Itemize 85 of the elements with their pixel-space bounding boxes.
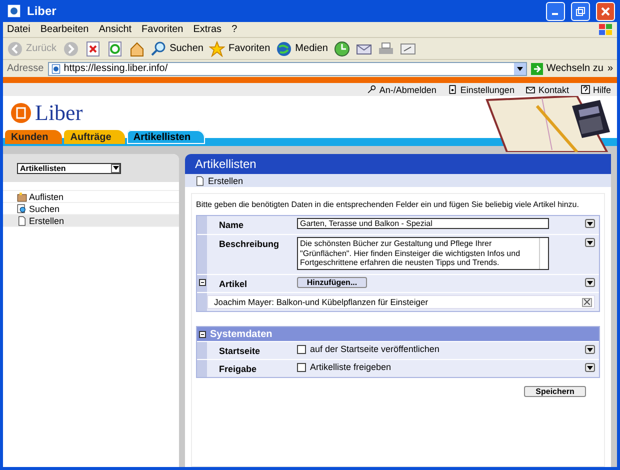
intro-text: Bitte geben die benötigten Daten in die entsprechenden Felder ein und fügen Sie beliebig viele Artikel hinzu.: [196, 200, 580, 209]
checkbox-label: Artikelliste freigeben: [310, 362, 392, 372]
row-gutter: [197, 342, 207, 359]
help-icon: [580, 85, 590, 94]
key-icon: [367, 85, 376, 94]
home-button[interactable]: [128, 40, 145, 56]
sidebar-item[interactable]: Erstellen: [3, 215, 179, 227]
list-select[interactable]: Artikellisten: [17, 162, 121, 174]
expand-button[interactable]: [585, 238, 595, 247]
field-label: Startseite: [218, 345, 262, 356]
restore-button[interactable]: [571, 2, 590, 20]
toolbar-overflow[interactable]: »: [607, 63, 613, 74]
top-link[interactable]: Einstellungen: [448, 84, 514, 94]
field-label: Name: [218, 219, 245, 230]
history-button[interactable]: [334, 40, 350, 56]
dropdown-icon[interactable]: [514, 62, 526, 74]
top-link[interactable]: An-/Abmelden: [367, 84, 436, 94]
media-button[interactable]: Medien: [276, 40, 328, 56]
row-gutter: [197, 360, 207, 377]
field-label: Artikel: [218, 278, 248, 289]
subheader-title: Erstellen: [208, 176, 244, 186]
go-button[interactable]: Wechseln zu: [531, 62, 604, 74]
minimize-button[interactable]: [546, 2, 565, 20]
tab[interactable]: Artikellisten: [127, 130, 205, 144]
search-button[interactable]: Suchen: [150, 40, 204, 56]
favorites-button[interactable]: Favoriten: [209, 40, 270, 56]
checkbox[interactable]: [297, 344, 306, 354]
menu-item[interactable]: Bearbeiten: [40, 24, 89, 35]
panel-title: Artikellisten: [185, 154, 611, 174]
search-icon: [150, 40, 167, 56]
refresh-icon: [106, 40, 123, 56]
envelope-icon: [526, 85, 536, 94]
article-title: Joachim Mayer: Balkon-und Kübelpflanzen für Einsteiger: [214, 297, 428, 307]
address-label: Adresse: [7, 63, 44, 74]
forward-icon: [62, 40, 79, 56]
globe-icon: [276, 40, 292, 56]
collapse-icon[interactable]: [199, 330, 206, 338]
checkbox[interactable]: [297, 362, 306, 372]
home-icon: [128, 40, 145, 56]
expand-button[interactable]: [585, 219, 595, 228]
remove-button[interactable]: [582, 298, 592, 306]
windows-logo-icon: [599, 24, 613, 36]
menu-item[interactable]: Datei: [7, 24, 30, 35]
go-arrow-icon: [531, 62, 544, 74]
expand-button[interactable]: [585, 363, 595, 372]
name-field[interactable]: Garten, Terasse und Balkon - Spezial: [297, 218, 549, 229]
top-link[interactable]: Kontakt: [526, 84, 569, 94]
section-title: Systemdaten: [210, 328, 272, 340]
search-icon: [17, 204, 27, 214]
list-icon: [17, 192, 27, 202]
description-field[interactable]: Die schönsten Bücher zur Gestaltung und Pflege Ihrer "Grünflächen". Hier finden Einsteiger die wichtigsten Infos und Fortgeschrittene erfahren die neusten Tipps und Trends.: [297, 237, 549, 270]
expand-button[interactable]: [585, 278, 595, 287]
window-title: Liber: [27, 4, 58, 18]
print-button[interactable]: [378, 40, 394, 56]
logo-text: Liber: [35, 100, 83, 126]
menu-item[interactable]: Extras: [193, 24, 222, 35]
sidebar-item[interactable]: Auflisten: [3, 191, 179, 203]
save-button[interactable]: Speichern: [524, 386, 586, 397]
star-icon: [209, 40, 226, 56]
app-icon: [7, 4, 21, 18]
expand-button[interactable]: [585, 345, 595, 354]
logo-icon: [11, 103, 31, 123]
tab[interactable]: Aufträge: [64, 130, 126, 144]
restore-icon: [576, 6, 585, 16]
menu-item[interactable]: Favoriten: [142, 24, 184, 35]
field-label: Beschreibung: [218, 238, 280, 249]
stop-icon: [84, 40, 101, 56]
history-icon: [334, 40, 350, 56]
dropdown-icon: [111, 164, 120, 172]
refresh-button[interactable]: [106, 40, 123, 56]
page-icon: [50, 64, 61, 74]
menu-item[interactable]: ?: [232, 24, 238, 35]
add-button[interactable]: Hinzufügen...: [297, 277, 367, 288]
printer-icon: [378, 40, 394, 56]
close-icon: [601, 6, 610, 16]
tab[interactable]: Kunden: [5, 130, 62, 144]
close-button[interactable]: [596, 2, 615, 20]
field-label: Freigabe: [218, 363, 258, 374]
menu-item[interactable]: Ansicht: [98, 24, 132, 35]
collapse-icon[interactable]: [198, 279, 206, 286]
address-field[interactable]: https://lessing.liber.info/: [48, 62, 528, 76]
back-icon: [7, 40, 23, 56]
stop-button[interactable]: [84, 40, 101, 56]
top-link[interactable]: Hilfe: [580, 84, 611, 94]
checkbox-label: auf der Startseite veröffentlichen: [310, 344, 440, 354]
